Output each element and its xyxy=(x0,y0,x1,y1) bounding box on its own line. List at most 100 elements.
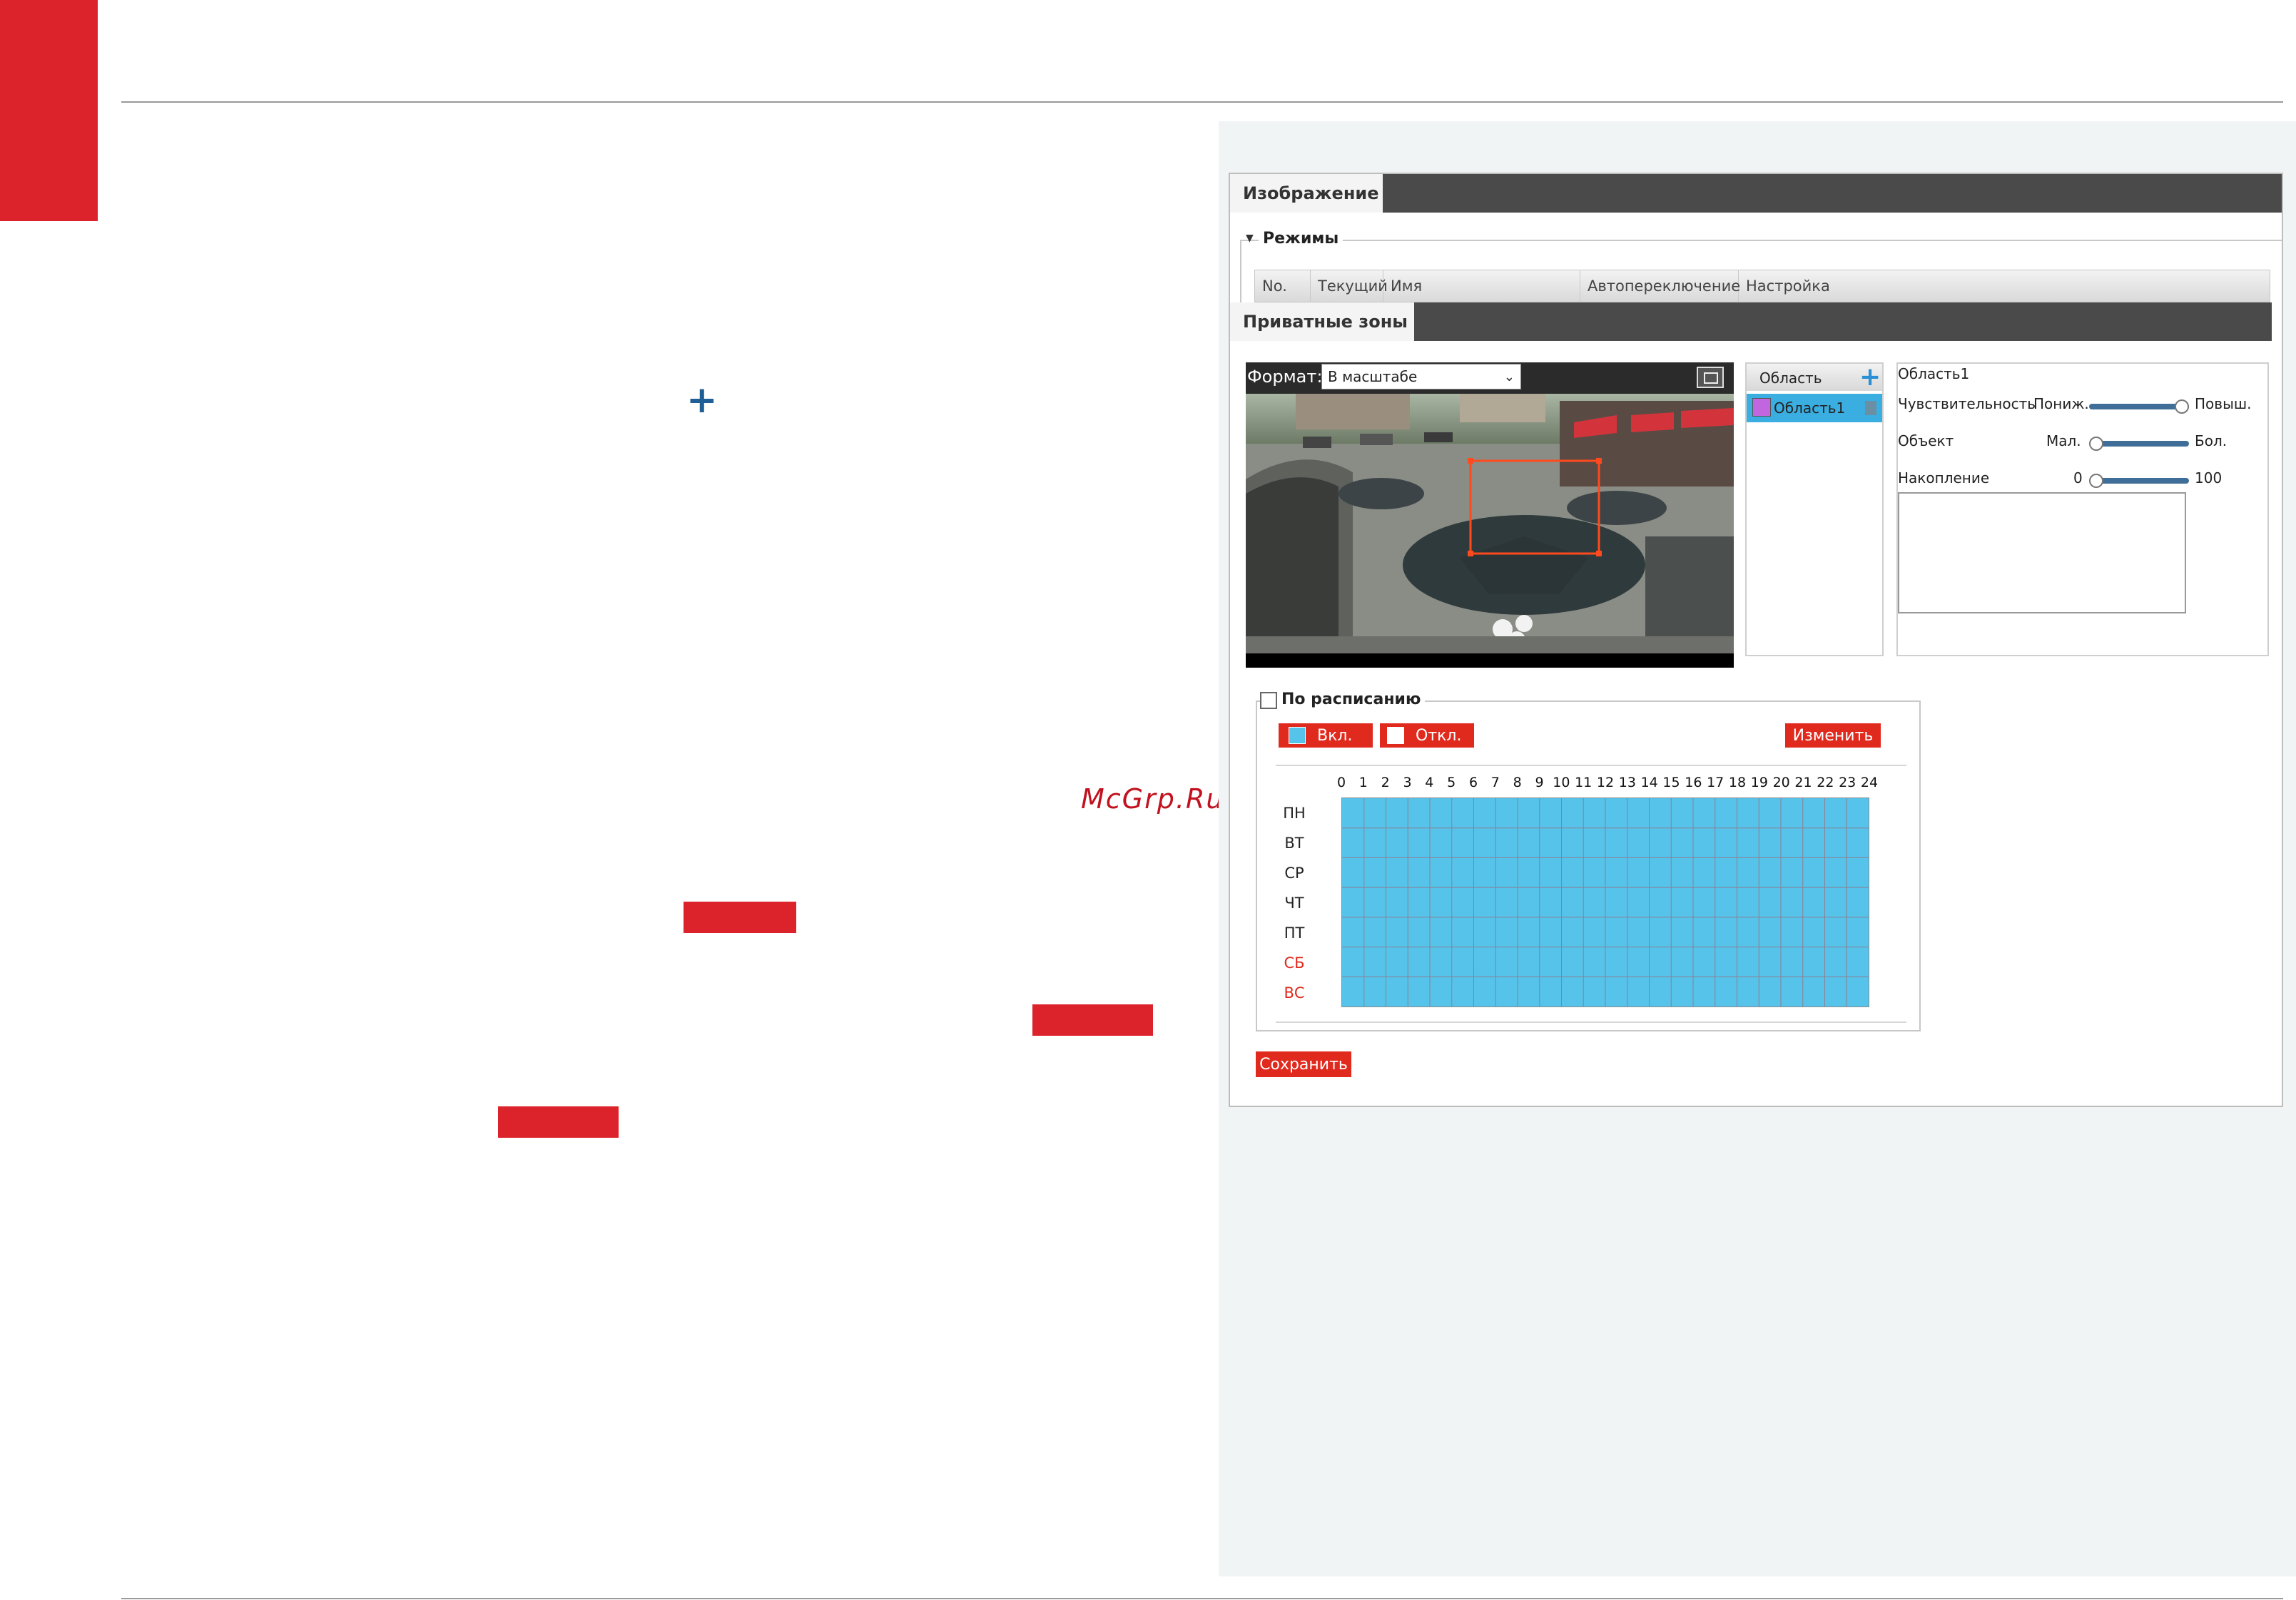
area-list: Область + Область1 xyxy=(1745,362,1884,656)
day-label: СБ xyxy=(1284,954,1305,972)
highlight-block xyxy=(684,902,796,933)
schedule-grid[interactable] xyxy=(1341,798,1869,1007)
object-label: Объект xyxy=(1898,432,1954,449)
object-max: Бол. xyxy=(2195,432,2228,449)
hour-label: 17 xyxy=(1707,775,1724,790)
area-item-label: Область1 xyxy=(1774,399,1846,417)
schedule-legend: По расписанию xyxy=(1277,691,1426,708)
off-swatch xyxy=(1387,727,1404,744)
hour-label: 14 xyxy=(1640,775,1658,790)
chevron-down-icon: ⌄ xyxy=(1503,369,1515,384)
day-label: ПТ xyxy=(1284,924,1305,942)
day-label: СР xyxy=(1284,865,1304,882)
hour-label: 22 xyxy=(1817,775,1834,790)
col-name: Имя xyxy=(1383,270,1580,302)
hour-label: 5 xyxy=(1447,775,1456,790)
fullscreen-icon[interactable] xyxy=(1697,367,1724,388)
area-item-1[interactable]: Область1 xyxy=(1747,394,1882,422)
schedule-off-button[interactable]: Откл. xyxy=(1380,723,1474,748)
camera-scene xyxy=(1246,394,1734,653)
object-min: Мал. xyxy=(2046,432,2081,449)
schedule-on-label: Вкл. xyxy=(1317,726,1353,745)
hour-label: 13 xyxy=(1618,775,1636,790)
modes-legend: Режимы xyxy=(1259,230,1343,248)
watermark: McGrp.Ru xyxy=(1081,783,1225,815)
day-label: ЧТ xyxy=(1284,895,1304,912)
tab-image[interactable]: Изображение xyxy=(1230,174,1383,213)
hour-label: 3 xyxy=(1403,775,1412,790)
accumulation-knob[interactable] xyxy=(2089,474,2103,488)
hour-label: 15 xyxy=(1662,775,1680,790)
hour-label: 8 xyxy=(1513,775,1522,790)
hour-label: 2 xyxy=(1381,775,1390,790)
object-knob[interactable] xyxy=(2089,437,2103,451)
hour-label: 7 xyxy=(1490,775,1500,790)
schedule-grid-lines xyxy=(1342,798,1869,1007)
hour-label: 6 xyxy=(1468,775,1478,790)
schedule-divider xyxy=(1276,765,1906,766)
hour-label: 11 xyxy=(1575,775,1593,790)
on-swatch xyxy=(1289,727,1306,744)
area-preview-box xyxy=(1898,492,2186,613)
hour-label: 1 xyxy=(1358,775,1368,790)
hour-label: 19 xyxy=(1750,775,1768,790)
object-slider[interactable] xyxy=(2089,437,2189,451)
schedule-off-label: Откл. xyxy=(1416,726,1462,745)
area-settings: Область1 Чувствительность Пониж. Повыш. … xyxy=(1896,362,2269,656)
accumulation-slider[interactable] xyxy=(2089,474,2189,488)
screenshot-area: Изображение ▼ Режимы No. Текущий Имя Авт… xyxy=(1219,121,2296,1576)
hour-label: 10 xyxy=(1553,775,1570,790)
hour-label: 24 xyxy=(1860,775,1879,790)
hour-label: 0 xyxy=(1336,775,1346,790)
brand-red-bar xyxy=(0,0,98,221)
plus-icon: + xyxy=(686,379,718,422)
day-axis: ПН ВТ СР ЧТ ПТ СБ ВС xyxy=(1273,798,1330,1019)
hour-label: 21 xyxy=(1794,775,1812,790)
col-no: No. xyxy=(1255,270,1311,302)
schedule-divider xyxy=(1276,1021,1906,1023)
hour-label: 20 xyxy=(1772,775,1790,790)
save-button[interactable]: Сохранить xyxy=(1256,1051,1351,1077)
area-list-title: Область xyxy=(1759,370,1822,387)
header-rule xyxy=(121,101,2283,103)
add-area-icon[interactable]: + xyxy=(1859,364,1881,391)
hour-label: 9 xyxy=(1535,775,1544,790)
sensitivity-max: Повыш. xyxy=(2195,395,2252,412)
highlight-block xyxy=(1032,1004,1153,1036)
accumulation-min: 0 xyxy=(2073,469,2083,486)
video-preview: Формат: В масштабе ⌄ xyxy=(1246,362,1734,668)
format-select-value: В масштабе xyxy=(1328,368,1418,385)
hour-label: 16 xyxy=(1685,775,1702,790)
hour-label: 23 xyxy=(1839,775,1856,790)
sensitivity-slider[interactable] xyxy=(2089,399,2189,414)
hour-label: 12 xyxy=(1596,775,1615,790)
format-select[interactable]: В масштабе ⌄ xyxy=(1321,364,1521,389)
schedule-edit-button[interactable]: Изменить xyxy=(1785,723,1881,748)
settings-window: Изображение ▼ Режимы No. Текущий Имя Авт… xyxy=(1229,173,2283,1107)
col-current: Текущий xyxy=(1311,270,1388,302)
highlight-block xyxy=(498,1106,619,1138)
video-status-strip xyxy=(1246,653,1734,668)
delete-icon[interactable] xyxy=(1865,401,1876,415)
sensitivity-min: Пониж. xyxy=(2033,395,2089,412)
area-name: Область1 xyxy=(1898,365,1970,382)
hour-axis: 0 1 2 3 4 5 6 7 8 9 10 11 12 13 14 15 16 17 18 19 20 21 22 23 24 xyxy=(1330,775,1886,792)
col-auto-switch: Автопереключение xyxy=(1580,270,1740,302)
accumulation-max: 100 xyxy=(2195,469,2223,486)
image-tab-bar xyxy=(1230,174,2282,213)
tab-privacy-zones[interactable]: Приватные зоны xyxy=(1230,302,1414,341)
collapse-arrow-icon[interactable]: ▼ xyxy=(1246,233,1254,244)
day-label: ВТ xyxy=(1284,835,1304,852)
footer-rule xyxy=(121,1598,2283,1599)
schedule-on-button[interactable]: Вкл. xyxy=(1279,723,1373,748)
day-label: ВС xyxy=(1284,984,1305,1002)
hour-label: 4 xyxy=(1425,775,1434,790)
sensitivity-label: Чувствительность xyxy=(1898,395,2036,412)
schedule-checkbox[interactable] xyxy=(1260,692,1277,709)
day-label: ПН xyxy=(1283,805,1306,822)
sensitivity-knob[interactable] xyxy=(2175,399,2189,414)
area-color-swatch xyxy=(1752,398,1771,417)
col-settings: Настройка xyxy=(1746,277,1830,295)
format-label: Формат: xyxy=(1247,367,1323,387)
accumulation-label: Накопление xyxy=(1898,469,1990,486)
